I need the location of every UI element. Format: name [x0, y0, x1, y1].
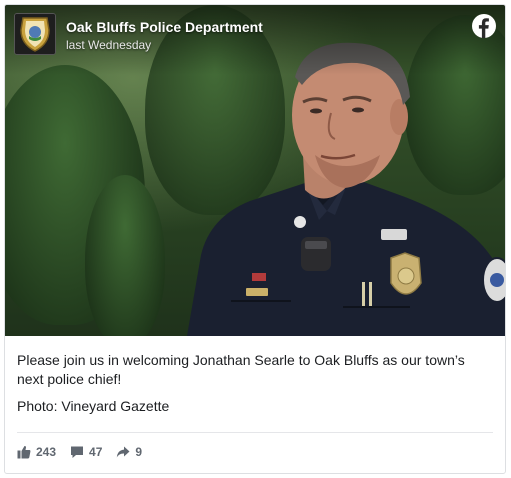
share-count[interactable]: 9: [116, 445, 142, 459]
police-badge-icon: [15, 14, 55, 54]
like-count[interactable]: 243: [17, 445, 56, 459]
comment-count[interactable]: 47: [70, 445, 102, 459]
engagement-bar: 243 47 9: [17, 442, 142, 462]
page-name[interactable]: Oak Bluffs Police Department: [66, 19, 263, 35]
divider: [17, 432, 493, 433]
thumbs-up-icon: [17, 445, 31, 459]
share-count-label: 9: [135, 445, 143, 459]
post-message: Please join us in welcoming Jonathan Sea…: [17, 352, 465, 387]
post-body: Please join us in welcoming Jonathan Sea…: [17, 351, 493, 416]
comment-count-label: 47: [89, 445, 103, 459]
facebook-icon[interactable]: [472, 14, 496, 38]
photo-credit: Photo: Vineyard Gazette: [17, 398, 170, 414]
share-arrow-icon: [117, 446, 130, 458]
like-count-label: 243: [36, 445, 57, 459]
comment-bubble-icon: [71, 446, 84, 458]
post-timestamp[interactable]: last Wednesday: [66, 38, 151, 52]
post-photo[interactable]: [5, 5, 505, 336]
page-avatar[interactable]: [14, 13, 56, 55]
post-card: Oak Bluffs Police Department last Wednes…: [4, 4, 506, 474]
